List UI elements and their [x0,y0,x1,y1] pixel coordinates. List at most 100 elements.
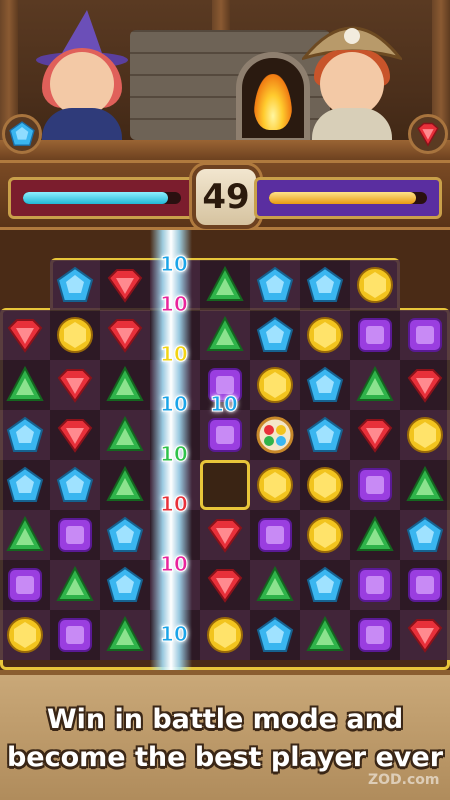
board-cell[interactable] [300,360,350,410]
gem-grid[interactable] [0,260,450,660]
board-cell[interactable] [50,410,100,460]
board-cell[interactable] [400,310,450,360]
board-cell[interactable] [200,510,250,560]
red-gem-icon [407,619,443,653]
moves-counter: 49 [192,165,260,229]
board-cell[interactable] [250,410,300,460]
blue-gem-icon [6,466,44,502]
enemy-hp-panel [254,177,442,219]
board-cell[interactable] [0,610,50,660]
board-cell[interactable] [50,610,100,660]
board-cell[interactable] [250,360,300,410]
red-gem-icon [107,319,143,353]
board-cell[interactable] [200,260,250,310]
board-cell[interactable] [100,360,150,410]
shelf [0,140,450,160]
yellow-gem-icon [307,517,343,553]
score-popup: 10 [160,252,189,277]
board-cell[interactable] [50,460,100,510]
blue-gem-icon [106,516,144,552]
board-cell[interactable] [350,360,400,410]
board-cell[interactable] [350,510,400,560]
board-cell[interactable] [350,310,400,360]
board-cell[interactable] [350,260,400,310]
score-popup: 10 [210,392,239,417]
board-cell [200,460,250,510]
board-cell[interactable] [400,610,450,660]
board-cell[interactable] [200,560,250,610]
board-cell[interactable] [0,460,50,510]
board-cell[interactable] [200,410,250,460]
player-hp-panel [8,177,196,219]
board-cell[interactable] [350,410,400,460]
red-gem-icon [417,122,439,147]
board-cell[interactable] [0,560,50,610]
board-cell[interactable] [50,260,100,310]
board-cell[interactable] [350,460,400,510]
purple-gem-icon [258,518,292,552]
purple-gem-icon [408,318,442,352]
board-cell [400,260,450,310]
board-cell[interactable] [300,260,350,310]
green-gem-icon [106,615,144,651]
board-cell[interactable] [400,360,450,410]
board-cell[interactable] [400,410,450,460]
board-cell[interactable] [100,310,150,360]
board-cell[interactable] [50,310,100,360]
board-cell[interactable] [400,560,450,610]
board-cell[interactable] [0,510,50,560]
yellow-gem-icon [257,367,293,403]
wizard-face [50,52,114,116]
board-cell[interactable] [300,410,350,460]
board-cell[interactable] [100,510,150,560]
purple-gem-icon [358,318,392,352]
red-gem-icon [407,369,443,403]
board-cell[interactable] [200,610,250,660]
red-gem-icon [57,369,93,403]
board-cell[interactable] [300,310,350,360]
board-cell[interactable] [250,610,300,660]
board-cell[interactable] [100,460,150,510]
board-cell[interactable] [250,310,300,360]
board-cell[interactable] [100,410,150,460]
green-gem-icon [206,315,244,351]
purple-gem-icon [358,468,392,502]
board-cell[interactable] [250,560,300,610]
green-gem-icon [6,365,44,401]
player-gem-badge [2,114,42,154]
board-cell[interactable] [400,510,450,560]
blue-gem-icon [256,266,294,302]
board-cell[interactable] [200,310,250,360]
board-cell[interactable] [400,460,450,510]
board-cell[interactable] [250,460,300,510]
board-cell[interactable] [0,410,50,460]
fire-icon [254,74,292,130]
yellow-gem-icon [257,467,293,503]
board-cell[interactable] [50,510,100,560]
board-cell[interactable] [300,460,350,510]
yellow-gem-icon [307,467,343,503]
enemy-hp-fill [269,192,416,204]
board-cell[interactable] [250,510,300,560]
board-cell[interactable] [350,610,400,660]
blue-gem-icon [306,566,344,602]
board-cell[interactable] [300,610,350,660]
board-cell[interactable] [250,260,300,310]
board-cell[interactable] [350,560,400,610]
board-cell[interactable] [0,310,50,360]
purple-gem-icon [58,618,92,652]
board-cell[interactable] [0,360,50,410]
board-cell[interactable] [100,560,150,610]
board-cell[interactable] [50,560,100,610]
purple-gem-icon [208,418,242,452]
purple-gem-icon [8,568,42,602]
blue-gem-icon [6,416,44,452]
yellow-gem-icon [207,617,243,653]
board-cell[interactable] [100,610,150,660]
game-board-area: 10 10 10 10 10 10 10 10 10 [0,230,450,670]
board-cell[interactable] [100,260,150,310]
board-cell[interactable] [300,560,350,610]
board-cell[interactable] [50,360,100,410]
purple-gem-icon [358,568,392,602]
board-cell[interactable] [300,510,350,560]
